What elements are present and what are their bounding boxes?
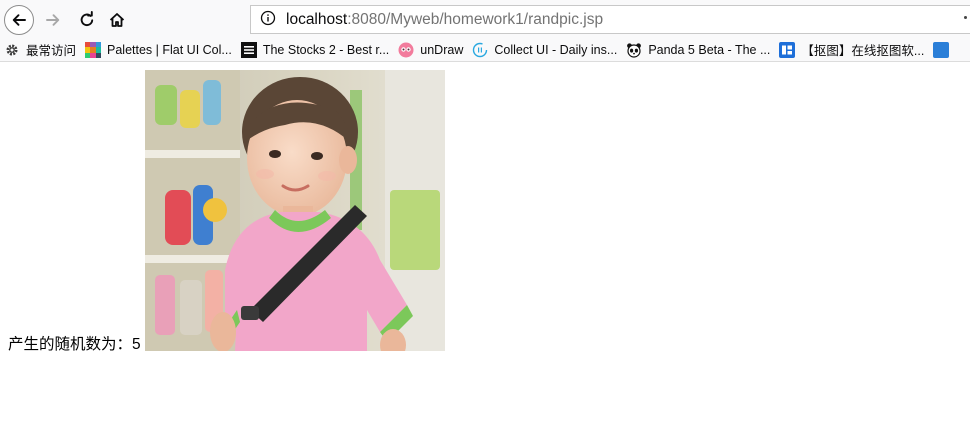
forward-button[interactable] [38,5,68,35]
bookmark-label: 最常访问 [26,44,77,58]
bookmark-label: The Stocks 2 - Best r... [262,42,390,57]
bookmark-undraw[interactable]: unDraw [394,39,468,61]
bookmark-partial-icon [933,41,950,58]
bookmark-panda[interactable]: Panda 5 Beta - The ... [622,39,775,61]
home-icon [109,13,125,27]
forward-arrow-icon [46,14,60,26]
url-text: localhost:8080/Myweb/homework1/randpic.j… [286,11,603,29]
bookmark-collect-ui[interactable]: Collect UI - Daily ins... [468,39,622,61]
address-bar[interactable]: localhost:8080/Myweb/homework1/randpic.j… [250,5,970,34]
bookmark-label: Collect UI - Daily ins... [494,42,618,57]
palette-icon [85,41,102,58]
page-content: 产生的随机数为：5 [0,62,970,423]
bookmarks-toolbar: 最常访问 Palettes | Flat UI Col... The Stock… [0,38,970,62]
stocks-icon [240,41,257,58]
bookmark-label: Panda 5 Beta - The ... [648,42,771,57]
reload-button[interactable] [72,5,102,35]
page-actions-icon[interactable] [964,16,967,19]
koutu-icon [779,41,796,58]
random-number-label: 产生的随机数为：5 [8,336,141,353]
url-path: :8080/Myweb/homework1/randpic.jsp [347,10,604,28]
panda-icon [626,42,642,58]
collectui-icon [472,42,488,58]
url-host: localhost [286,10,348,28]
bookmark-overflow[interactable] [929,39,960,61]
reload-icon [80,11,94,27]
home-button[interactable] [102,5,132,35]
random-result: 产生的随机数为：5 [8,70,445,353]
bookmark-label: 【抠图】在线抠图软... [801,44,925,58]
browser-toolbar: localhost:8080/Myweb/homework1/randpic.j… [0,0,970,38]
gear-icon [4,42,20,58]
bookmark-the-stocks[interactable]: The Stocks 2 - Best r... [237,39,394,61]
bookmark-palettes[interactable]: Palettes | Flat UI Col... [81,39,237,61]
bookmark-label: unDraw [420,42,464,57]
bookmark-label: Palettes | Flat UI Col... [107,42,232,57]
back-arrow-icon [12,14,26,26]
back-button[interactable] [4,5,34,35]
info-icon[interactable] [260,10,276,30]
bookmark-koutu[interactable]: 【抠图】在线抠图软... [775,39,929,61]
undraw-icon [398,42,414,58]
bookmark-most-visited[interactable]: 最常访问 [0,39,81,61]
random-picture [144,70,445,351]
